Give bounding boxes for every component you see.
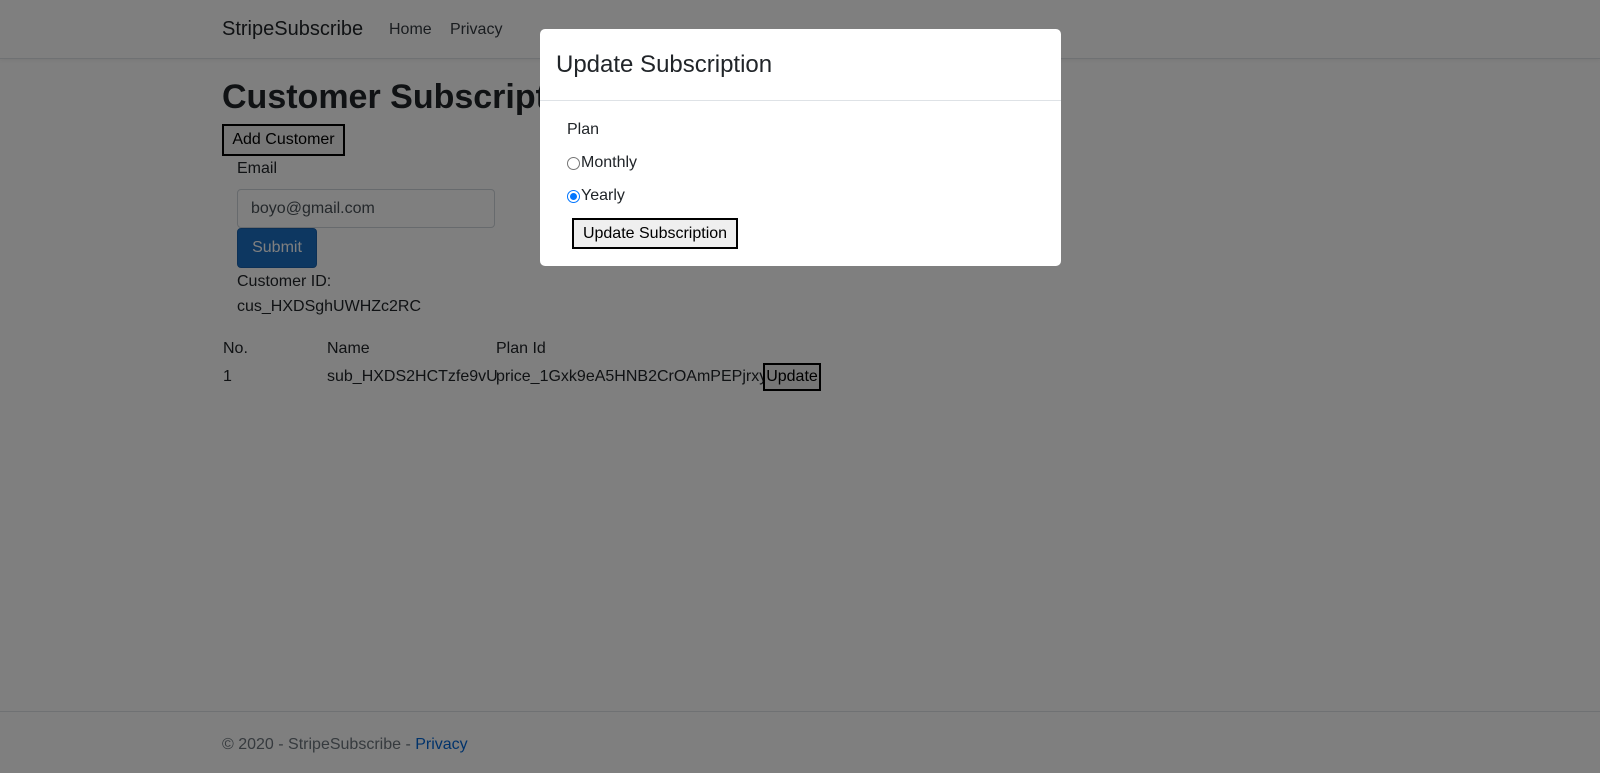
radio-monthly-button[interactable] [567, 156, 580, 170]
radio-monthly[interactable]: Monthly [567, 154, 637, 172]
modal-title: Update Subscription [556, 51, 773, 78]
radio-yearly-button[interactable] [567, 189, 580, 203]
update-subscription-modal: Update Subscription Plan Monthly Yearly … [540, 29, 1061, 266]
plan-label: Plan [567, 121, 600, 138]
radio-yearly[interactable]: Yearly [567, 187, 625, 205]
radio-yearly-label: Yearly [581, 187, 625, 204]
modal-header: Update Subscription [540, 29, 1061, 101]
update-subscription-button[interactable]: Update Subscription [572, 218, 738, 249]
radio-monthly-label: Monthly [581, 154, 638, 171]
